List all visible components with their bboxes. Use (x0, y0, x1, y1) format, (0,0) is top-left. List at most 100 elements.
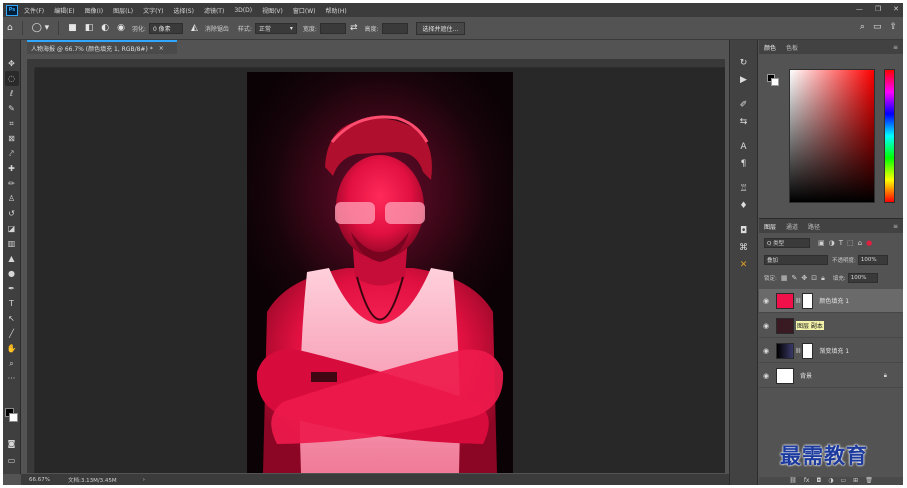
menu-3d[interactable]: 3D(D) (234, 7, 252, 14)
history-icon[interactable]: ↻ (737, 56, 751, 70)
new-layer-icon[interactable]: ⊞ (853, 477, 858, 485)
tab-channels[interactable]: 通道 (781, 222, 803, 231)
adjustment-layer-icon[interactable]: ◑ (828, 477, 833, 485)
blur-tool-icon[interactable]: ▲ (5, 251, 19, 266)
clone-stamp-icon[interactable]: ♙ (5, 191, 19, 206)
type-tool-icon[interactable]: T (5, 296, 19, 311)
height-input[interactable] (381, 22, 408, 34)
tab-swatches[interactable]: 色板 (781, 43, 803, 52)
paragraph-icon[interactable]: ¶ (737, 157, 751, 171)
visibility-eye-icon[interactable]: ◉ (759, 372, 773, 380)
background-swatch[interactable] (771, 78, 779, 86)
screen-mode-icon[interactable]: ▭ (5, 453, 19, 468)
type-filter-icon[interactable]: T (839, 239, 843, 247)
poster-image[interactable] (247, 72, 513, 473)
hue-slider[interactable] (884, 69, 895, 203)
lock-position-icon[interactable]: ✥ (801, 274, 807, 282)
menu-layer[interactable]: 图层(L) (113, 6, 133, 15)
pen-tool-icon[interactable]: ✒ (5, 281, 19, 296)
saturation-value-picker[interactable] (789, 69, 875, 203)
status-more-icon[interactable]: › (143, 477, 145, 483)
brush-settings-icon[interactable]: ✐ (737, 98, 751, 112)
marquee-tool-icon[interactable]: ◌ (4, 71, 19, 86)
layer-mask-thumbnail[interactable] (802, 342, 814, 359)
add-selection-icon[interactable]: ◧ (85, 23, 94, 33)
menu-view[interactable]: 视图(V) (262, 6, 283, 15)
layer-row[interactable]: ◉ ⛓︎ 渐变填充 1 (759, 339, 903, 363)
tab-color[interactable]: 颜色 (759, 43, 781, 52)
character-icon[interactable]: A (737, 140, 751, 154)
workspace-icon[interactable]: ▭ (873, 22, 882, 32)
layer-row[interactable]: ◉ ⛓︎ 颜色填充 1 (759, 289, 903, 313)
panel-menu-icon[interactable]: ≡ (888, 44, 903, 51)
filter-toggle-icon[interactable]: ● (866, 239, 872, 247)
menu-window[interactable]: 窗口(W) (293, 6, 316, 15)
pixel-filter-icon[interactable]: ▣ (818, 239, 825, 247)
antialias-icon[interactable]: ◭ (191, 23, 198, 33)
mask-link-icon[interactable]: ⛓︎ (795, 348, 801, 354)
visibility-eye-icon[interactable]: ◉ (759, 297, 773, 305)
lock-pixels-icon[interactable]: ✎ (791, 274, 797, 282)
smart-object-filter-icon[interactable]: ⌂ (858, 239, 862, 247)
maximize-button[interactable]: ❐ (875, 5, 881, 13)
shape-filter-icon[interactable]: ⬚ (847, 239, 854, 247)
subtract-selection-icon[interactable]: ◐ (101, 23, 109, 33)
lock-artboard-icon[interactable]: ⊡ (811, 274, 817, 282)
menu-select[interactable]: 选择(S) (173, 6, 194, 15)
quick-mask-icon[interactable]: ◙ (5, 436, 19, 451)
close-tab-icon[interactable]: × (159, 45, 164, 52)
menu-file[interactable]: 文件(F) (24, 6, 44, 15)
adjust-icon[interactable]: ⇆ (737, 115, 751, 129)
lasso-tool-icon[interactable]: ℓ (5, 86, 19, 101)
panel-menu-icon[interactable]: ≡ (888, 223, 903, 230)
line-tool-icon[interactable]: ╱ (5, 326, 19, 341)
fill-input[interactable]: 100% (847, 273, 878, 283)
share-icon[interactable]: ⇪ (889, 22, 897, 32)
document-tab[interactable]: 人物海报 @ 66.7% (颜色填充 1, RGB/8#) * × (27, 40, 177, 54)
menu-filter[interactable]: 滤镜(T) (204, 6, 224, 15)
feather-input[interactable]: 0 像素 (148, 22, 183, 34)
quick-select-tool-icon[interactable]: ✎ (5, 101, 19, 116)
libraries-icon[interactable]: ⌘ (737, 241, 751, 255)
hand-tool-icon[interactable]: ✋ (5, 341, 19, 356)
blend-mode-select[interactable]: 叠加 (764, 255, 828, 265)
visibility-eye-icon[interactable]: ◉ (759, 322, 773, 330)
menu-edit[interactable]: 编辑(E) (54, 6, 74, 15)
add-mask-icon[interactable]: ◘ (816, 477, 821, 485)
tab-paths[interactable]: 路径 (803, 222, 825, 231)
eraser-tool-icon[interactable]: ◪ (5, 221, 19, 236)
width-input[interactable] (319, 22, 346, 34)
tools-cross-icon[interactable]: ✕ (737, 258, 751, 272)
clone-source-icon[interactable]: ♖ (737, 182, 751, 196)
layer-style-icon[interactable]: fx (804, 477, 810, 485)
layer-name[interactable]: 背景 (800, 371, 812, 380)
menu-help[interactable]: 帮助(H) (326, 6, 347, 15)
layer-row[interactable]: ◉ 图层 副本 (759, 314, 903, 338)
close-window-button[interactable]: ✕ (893, 5, 899, 13)
frame-tool-icon[interactable]: ⊠ (5, 131, 19, 146)
zoom-tool-icon[interactable]: ⌕ (5, 356, 19, 371)
healing-brush-icon[interactable]: ✚ (5, 161, 19, 176)
menu-type[interactable]: 文字(Y) (143, 6, 163, 15)
filter-kind-select[interactable]: Q 类型 (764, 238, 810, 248)
zoom-level[interactable]: 66.67% (29, 477, 50, 483)
history-brush-icon[interactable]: ↺ (5, 206, 19, 221)
select-and-mask-button[interactable]: 选择并遮住... (415, 21, 466, 35)
layer-mask-thumbnail[interactable] (802, 292, 814, 309)
layer-name[interactable]: 渐变填充 1 (819, 346, 849, 355)
more-tools-icon[interactable]: ··· (5, 371, 19, 386)
layer-row[interactable]: ◉ 背景 🔒︎ (759, 364, 903, 388)
crop-tool-icon[interactable]: ⌗ (5, 116, 19, 131)
canvas-area[interactable] (35, 68, 725, 473)
opacity-input[interactable]: 100% (857, 255, 888, 265)
brush-tool-icon[interactable]: ✏ (5, 176, 19, 191)
adjustment-filter-icon[interactable]: ◑ (829, 239, 835, 247)
link-layers-icon[interactable]: ⛓︎ (789, 477, 797, 485)
gradient-tool-icon[interactable]: ▥ (5, 236, 19, 251)
glyphs-icon[interactable]: ♦ (737, 199, 751, 213)
mask-link-icon[interactable]: ⛓︎ (795, 298, 801, 304)
background-color-swatch[interactable] (9, 413, 18, 422)
tab-layers[interactable]: 图层 (759, 222, 781, 231)
actions-play-icon[interactable]: ▶ (737, 73, 751, 87)
layer-name[interactable]: 颜色填充 1 (819, 296, 849, 305)
